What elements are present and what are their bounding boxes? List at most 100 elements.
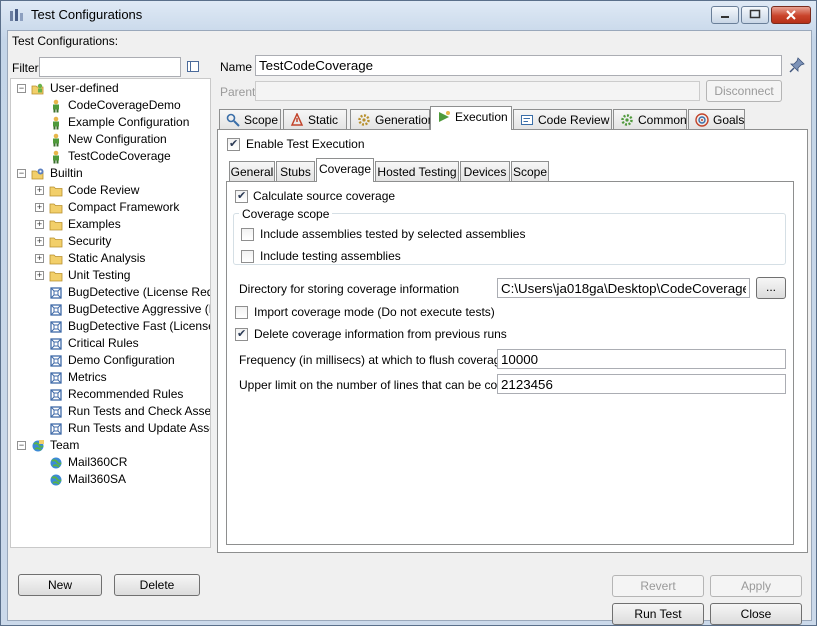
tree-item-label: Unit Testing <box>68 268 131 282</box>
tree-item-label: Run Tests and Check Asserti <box>68 404 211 418</box>
revert-button[interactable]: Revert <box>612 575 704 597</box>
tree-item-label: Mail360SA <box>68 472 127 486</box>
close-window-button[interactable] <box>771 6 811 24</box>
tab-scope[interactable]: Scope <box>219 109 281 130</box>
folder-icon <box>49 218 63 232</box>
maximize-icon <box>749 9 761 19</box>
tree-item-label: Critical Rules <box>68 336 139 350</box>
delete-info-checkbox[interactable] <box>235 327 248 341</box>
minimize-button[interactable] <box>711 6 739 24</box>
close-icon <box>786 10 796 20</box>
tree-item-label: Run Tests and Update Asser <box>68 421 211 435</box>
subtab-coverage[interactable]: Coverage <box>316 158 374 182</box>
delete-info-label: Delete coverage information from previou… <box>254 327 507 341</box>
calculate-coverage-label: Calculate source coverage <box>253 189 396 203</box>
tree-item-label: BugDetective Aggressive (Lic <box>68 302 211 316</box>
directory-input[interactable] <box>497 278 750 298</box>
name-input[interactable] <box>255 55 782 76</box>
filter-panel-icon <box>187 61 199 72</box>
maximize-button[interactable] <box>741 6 769 24</box>
collapse-icon[interactable]: − <box>17 84 26 93</box>
folder-icon <box>49 235 63 249</box>
expand-icon[interactable]: + <box>35 203 44 212</box>
rule-config-icon <box>49 303 63 317</box>
subtab-label: Coverage <box>318 162 372 176</box>
window-title: Test Configurations <box>31 7 143 22</box>
frequency-input[interactable] <box>497 349 786 369</box>
tab-label: Execution <box>455 110 508 124</box>
expand-icon[interactable]: + <box>35 220 44 229</box>
static-analysis-icon <box>290 112 304 127</box>
tree-item-label: Demo Configuration <box>68 353 175 367</box>
tree-item-label: Mail360CR <box>68 455 128 469</box>
tab-code-review[interactable]: Code Review <box>513 109 612 130</box>
rule-config-icon <box>49 286 63 300</box>
include-testing-checkbox[interactable] <box>241 250 254 263</box>
title-bar[interactable]: Test Configurations <box>1 1 816 29</box>
tree-item-label: CodeCoverageDemo <box>68 98 181 112</box>
filter-input[interactable] <box>39 57 181 77</box>
person-config-icon <box>49 116 63 130</box>
subtab-hosted-testing[interactable]: Hosted Testing <box>375 161 459 182</box>
close-button[interactable]: Close <box>710 603 802 625</box>
tab-goals[interactable]: Goals <box>688 109 745 130</box>
pushpin-icon <box>789 57 805 73</box>
tab-static[interactable]: Static <box>283 109 347 130</box>
filter-options-button[interactable] <box>185 58 202 75</box>
subtab-scope[interactable]: Scope <box>511 161 549 182</box>
tree-item-label: Example Configuration <box>68 115 190 129</box>
tree-item-label: BugDetective (License Requ <box>68 285 211 299</box>
rule-config-icon <box>49 388 63 402</box>
expand-icon[interactable]: + <box>35 254 44 263</box>
enable-execution-label: Enable Test Execution <box>246 137 365 151</box>
expand-icon[interactable]: + <box>35 237 44 246</box>
user-folder-icon <box>31 82 45 96</box>
magnifier-icon <box>226 113 240 127</box>
tree-item-label: Team <box>50 438 80 452</box>
folder-icon <box>49 201 63 215</box>
upper-limit-input[interactable] <box>497 374 786 394</box>
new-button[interactable]: New <box>18 574 102 596</box>
coverage-scope-label: Coverage scope <box>239 207 333 221</box>
name-label: Name <box>220 60 253 74</box>
delete-button[interactable]: Delete <box>114 574 200 596</box>
tab-label: Scope <box>244 113 279 127</box>
tab-execution[interactable]: Execution <box>430 106 512 130</box>
tree-item-label: Recommended Rules <box>68 387 184 401</box>
import-mode-checkbox[interactable] <box>235 306 248 319</box>
browse-button[interactable]: ... <box>756 277 786 299</box>
rule-config-icon <box>49 320 63 334</box>
tab-common[interactable]: Common <box>613 109 687 130</box>
expand-icon[interactable]: + <box>35 271 44 280</box>
tab-generation[interactable]: Generation <box>350 109 434 130</box>
person-config-icon <box>49 150 63 164</box>
configurations-tree[interactable]: − User-defined CodeCoverageDemo Example Con… <box>10 78 211 548</box>
include-tested-checkbox[interactable] <box>241 228 254 241</box>
upper-limit-label: Upper limit on the number of lines that … <box>239 378 528 392</box>
subtab-stubs[interactable]: Stubs <box>276 161 315 182</box>
run-test-button[interactable]: Run Test <box>612 603 704 625</box>
apply-button[interactable]: Apply <box>710 575 802 597</box>
folder-icon <box>49 252 63 266</box>
enable-execution-checkbox[interactable] <box>227 137 240 151</box>
expand-icon[interactable]: + <box>35 186 44 195</box>
tree-item-label: User-defined <box>50 81 119 95</box>
builtin-folder-icon <box>31 167 45 181</box>
collapse-icon[interactable]: − <box>17 169 26 178</box>
gears-icon <box>357 113 371 127</box>
pin-button[interactable] <box>788 56 806 74</box>
subtab-general[interactable]: General <box>229 161 275 182</box>
rule-config-icon <box>49 337 63 351</box>
collapse-icon[interactable]: − <box>17 441 26 450</box>
calculate-coverage-checkbox[interactable] <box>235 189 248 203</box>
subtab-label: Hosted Testing <box>377 165 457 179</box>
directory-label: Directory for storing coverage informati… <box>239 282 460 296</box>
include-tested-label: Include assemblies tested by selected as… <box>260 227 526 241</box>
tree-item-label: BugDetective Fast (License F <box>68 319 211 333</box>
tree-item-label: TestCodeCoverage <box>68 149 171 163</box>
subtab-devices[interactable]: Devices <box>460 161 510 182</box>
person-config-icon <box>49 133 63 147</box>
disconnect-button[interactable]: Disconnect <box>706 80 782 102</box>
import-mode-label: Import coverage mode (Do not execute tes… <box>254 305 495 319</box>
globe-icon <box>49 456 63 470</box>
